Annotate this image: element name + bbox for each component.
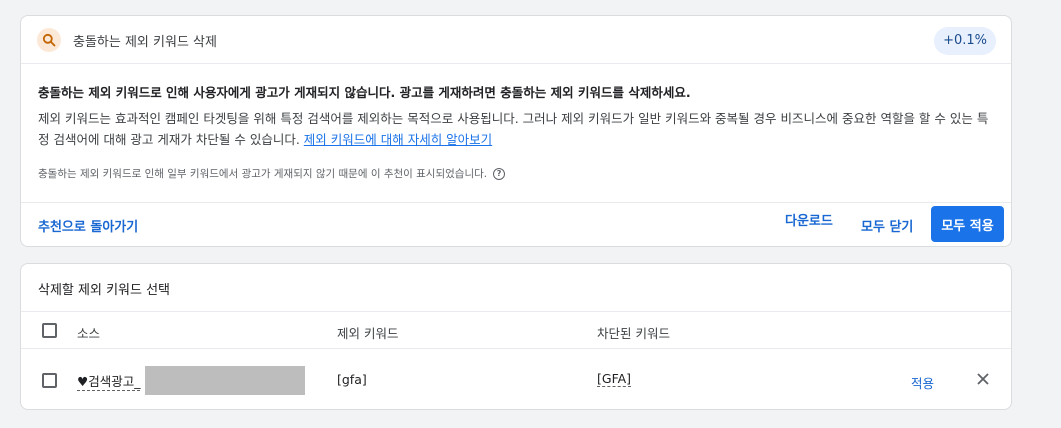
blocked-keyword-cell[interactable]: [GFA] bbox=[597, 371, 632, 387]
selection-title: 삭제할 제외 키워드 선택 bbox=[38, 283, 170, 298]
apply-button[interactable]: 적용 bbox=[911, 373, 934, 392]
uplift-badge: +0.1% bbox=[934, 27, 996, 55]
source-cell[interactable]: ♥검색광고_ bbox=[77, 371, 141, 391]
recommendation-header: 충돌하는 제외 키워드 삭제 +0.1% bbox=[21, 16, 1011, 64]
column-negative-keyword: 제외 키워드 bbox=[337, 326, 399, 341]
recommendation-note: 충돌하는 제외 키워드로 인해 일부 키워드에서 광고가 게재되지 않기 때문에… bbox=[38, 166, 506, 181]
recommendation-description: 제외 키워드는 효과적인 캠페인 타겟팅을 위해 특정 검색어를 제외하는 목적… bbox=[38, 108, 996, 150]
close-icon[interactable] bbox=[974, 370, 992, 388]
column-blocked-keyword: 차단된 키워드 bbox=[597, 326, 670, 341]
question-circle-icon[interactable]: ? bbox=[493, 167, 506, 180]
close-all-button[interactable]: 모두 닫기 bbox=[861, 216, 913, 235]
back-to-recommendations-button[interactable]: 추천으로 돌아가기 bbox=[38, 216, 138, 235]
redacted-block bbox=[145, 366, 305, 395]
row-checkbox[interactable] bbox=[42, 373, 57, 388]
download-button[interactable]: 다운로드 bbox=[785, 210, 833, 229]
recommendation-card: 충돌하는 제외 키워드 삭제 +0.1% 충돌하는 제외 키워드로 인해 사용자… bbox=[20, 15, 1012, 247]
column-source: 소스 bbox=[77, 326, 101, 341]
apply-all-button[interactable]: 모두 적용 bbox=[931, 206, 1004, 242]
footer-divider bbox=[21, 202, 1011, 203]
negative-keyword-cell: [gfa] bbox=[337, 372, 367, 387]
description-text: 제외 키워드는 효과적인 캠페인 타겟팅을 위해 특정 검색어를 제외하는 목적… bbox=[38, 111, 989, 147]
search-icon bbox=[37, 28, 61, 52]
recommendation-headline: 충돌하는 제외 키워드로 인해 사용자에게 광고가 게재되지 않습니다. 광고를… bbox=[38, 85, 691, 100]
learn-more-link[interactable]: 제외 키워드에 대해 자세히 알아보기 bbox=[304, 132, 492, 147]
note-text: 충돌하는 제외 키워드로 인해 일부 키워드에서 광고가 게재되지 않기 때문에… bbox=[38, 168, 488, 180]
select-all-checkbox[interactable] bbox=[42, 323, 57, 338]
keyword-selection-card: 삭제할 제외 키워드 선택 소스 제외 키워드 차단된 키워드 ♥검색광고_ [… bbox=[20, 263, 1012, 410]
recommendation-title: 충돌하는 제외 키워드 삭제 bbox=[73, 35, 217, 50]
table-header: 소스 제외 키워드 차단된 키워드 bbox=[21, 312, 1011, 349]
